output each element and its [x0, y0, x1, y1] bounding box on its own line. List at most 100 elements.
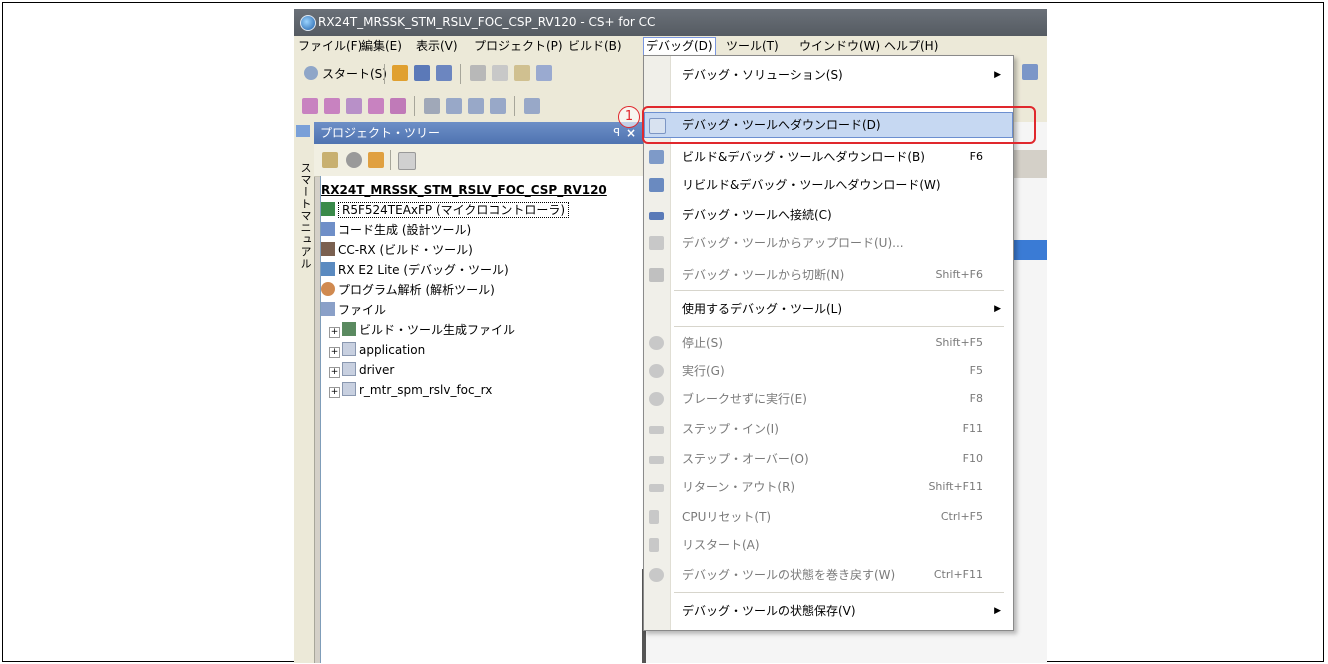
menu-item-stop[interactable]: 停止(S) Shift+F5 — [644, 330, 1013, 356]
menu-item-connect[interactable]: デバッグ・ツールへ接続(C) — [644, 202, 1013, 228]
expand-icon[interactable]: + — [329, 387, 340, 398]
tree-node-label: RX E2 Lite (デバッグ・ツール) — [338, 263, 509, 277]
menu-item-upload[interactable]: デバッグ・ツールからアップロード(U)... — [644, 230, 1013, 256]
menu-item-label: ステップ・オーバー(O) — [682, 452, 809, 466]
smart-manual-tab[interactable]: スマートマニュアル — [294, 122, 315, 663]
menu-item-shortcut: Shift+F6 — [935, 268, 983, 281]
debug-tool-icon[interactable] — [390, 98, 406, 114]
panel-icon[interactable] — [446, 98, 462, 114]
copy-icon[interactable] — [492, 65, 508, 81]
tree-node[interactable]: コード生成 (設計ツール) — [321, 220, 471, 240]
menu-item-rewind-state[interactable]: デバッグ・ツールの状態を巻き戻す(W) Ctrl+F11 — [644, 562, 1013, 588]
filter-icon[interactable] — [398, 152, 416, 170]
new-icon[interactable] — [392, 65, 408, 81]
toolbar-right-icon[interactable] — [1022, 64, 1038, 80]
toolbar-separator — [514, 96, 515, 116]
menu-item-cpu-reset[interactable]: CPUリセット(T) Ctrl+F5 — [644, 504, 1013, 530]
menu-item-rebuild-download[interactable]: リビルド&デバッグ・ツールへダウンロード(W) — [644, 172, 1013, 198]
menu-item-run[interactable]: 実行(G) F5 — [644, 358, 1013, 384]
menu-item-step-over[interactable]: ステップ・オーバー(O) F10 — [644, 446, 1013, 472]
menu-item-shortcut: F11 — [962, 422, 983, 435]
menu-separator — [674, 592, 1004, 593]
tree-node[interactable]: ファイル — [321, 300, 386, 320]
property-icon[interactable] — [346, 152, 362, 168]
panel-icon[interactable] — [524, 98, 540, 114]
paste-icon[interactable] — [514, 65, 530, 81]
user-icon[interactable] — [368, 152, 384, 168]
tree-node-label: R5F524TEAxFP (マイクロコントローラ) — [338, 202, 570, 218]
tree-node[interactable]: RX E2 Lite (デバッグ・ツール) — [321, 260, 509, 280]
menu-item-label: 停止(S) — [682, 336, 723, 350]
menu-item-label: ブレークせずに実行(E) — [682, 392, 807, 406]
tree-node[interactable]: プログラム解析 (解析ツール) — [321, 280, 495, 300]
debug-tool-icon — [321, 262, 335, 276]
undo-icon[interactable] — [536, 65, 552, 81]
menu-item-save-state[interactable]: デバッグ・ツールの状態保存(V) ▶ — [644, 598, 1013, 624]
tree-node[interactable]: + driver — [329, 360, 394, 380]
tree-node-label: r_mtr_spm_rslv_foc_rx — [359, 383, 493, 397]
menu-item-label: ビルド&デバッグ・ツールへダウンロード(B) — [682, 150, 925, 164]
toolbar-separator — [414, 96, 415, 116]
pin-icon[interactable]: ꟼ — [613, 122, 620, 144]
menu-item-return-out[interactable]: リターン・アウト(R) Shift+F11 — [644, 474, 1013, 500]
menu-item-label: デバッグ・ソリューション(S) — [682, 68, 843, 82]
expand-icon[interactable]: + — [329, 327, 340, 338]
panel-icon[interactable] — [490, 98, 506, 114]
menu-view[interactable]: 表示(V) — [416, 38, 458, 54]
menu-project[interactable]: プロジェクト(P) — [474, 38, 563, 54]
menu-item-select-debug-tool[interactable]: 使用するデバッグ・ツール(L) ▶ — [644, 296, 1013, 322]
tree-node-label: プログラム解析 (解析ツール) — [338, 283, 495, 297]
tree-node[interactable]: R5F524TEAxFP (マイクロコントローラ) — [321, 200, 570, 220]
menu-item-shortcut: Ctrl+F11 — [933, 568, 983, 581]
debug-tool-icon[interactable] — [346, 98, 362, 114]
project-tree: RX24T_MRSSK_STM_RSLV_FOC_CSP_RV120 R5F52… — [320, 176, 645, 663]
tree-node[interactable]: + ビルド・ツール生成ファイル — [329, 320, 515, 340]
save-all-icon[interactable] — [436, 65, 452, 81]
menu-file[interactable]: ファイル(F) — [298, 38, 362, 54]
rewind-icon — [649, 568, 664, 582]
cut-icon[interactable] — [470, 65, 486, 81]
menu-edit[interactable]: 編集(E) — [361, 38, 402, 54]
app-icon — [300, 15, 316, 31]
menu-item-disconnect[interactable]: デバッグ・ツールから切断(N) Shift+F6 — [644, 262, 1013, 288]
menu-debug[interactable]: デバッグ(D) — [643, 37, 716, 57]
menu-item-build-download[interactable]: ビルド&デバッグ・ツールへダウンロード(B) F6 — [644, 144, 1013, 170]
tree-node[interactable]: + r_mtr_spm_rslv_foc_rx — [329, 380, 492, 400]
tree-node-label: application — [359, 343, 426, 357]
debug-tool-icon[interactable] — [324, 98, 340, 114]
start-button[interactable]: スタート(S) — [304, 65, 387, 82]
cpu-reset-icon — [649, 510, 659, 524]
debug-tool-icon[interactable] — [368, 98, 384, 114]
step-number-badge: 1 — [618, 106, 640, 128]
step-over-icon — [649, 456, 664, 464]
menu-item-label: デバッグ・ツールへ接続(C) — [682, 208, 832, 222]
menu-item-run-no-break[interactable]: ブレークせずに実行(E) F8 — [644, 386, 1013, 412]
tree-node[interactable]: CC-RX (ビルド・ツール) — [321, 240, 473, 260]
panel-icon[interactable] — [424, 98, 440, 114]
debug-tool-icon[interactable] — [302, 98, 318, 114]
restart-icon — [649, 538, 659, 552]
menu-item-restart[interactable]: リスタート(A) — [644, 532, 1013, 558]
start-icon — [304, 66, 318, 80]
run-no-break-icon — [649, 392, 664, 406]
menu-item-label: リビルド&デバッグ・ツールへダウンロード(W) — [682, 178, 941, 192]
sort-icon[interactable] — [322, 152, 338, 168]
menu-window[interactable]: ウインドウ(W) — [799, 38, 880, 54]
toolbar-separator — [390, 150, 391, 170]
menu-item-debug-solution[interactable]: デバッグ・ソリューション(S) ▶ — [644, 62, 1013, 88]
expand-icon[interactable]: + — [329, 347, 340, 358]
panel-icon[interactable] — [468, 98, 484, 114]
menu-item-step-in[interactable]: ステップ・イン(I) F11 — [644, 416, 1013, 442]
tree-root[interactable]: RX24T_MRSSK_STM_RSLV_FOC_CSP_RV120 — [321, 180, 607, 200]
tree-node-label: コード生成 (設計ツール) — [338, 223, 472, 237]
menu-separator — [674, 326, 1004, 327]
run-icon — [649, 364, 664, 378]
menu-build[interactable]: ビルド(B) — [568, 38, 622, 54]
menu-help[interactable]: ヘルプ(H) — [884, 38, 938, 54]
save-icon[interactable] — [414, 65, 430, 81]
folder-icon — [342, 382, 356, 396]
toolbar-separator — [384, 64, 385, 84]
expand-icon[interactable]: + — [329, 367, 340, 378]
tree-node[interactable]: + application — [329, 340, 425, 360]
menu-tools[interactable]: ツール(T) — [726, 38, 779, 54]
